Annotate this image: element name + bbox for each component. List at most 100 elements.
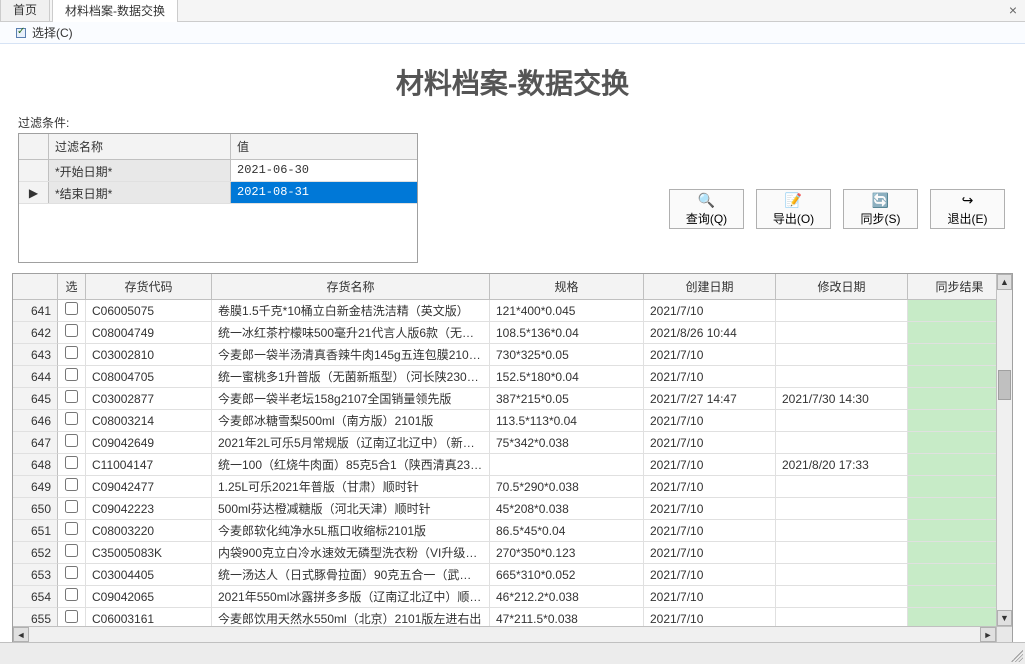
horizontal-scrollbar[interactable]: ◄ ►	[13, 626, 996, 642]
code-cell[interactable]: C03004405	[86, 564, 212, 586]
row-checkbox-cell[interactable]	[58, 454, 86, 476]
row-checkbox[interactable]	[65, 346, 78, 359]
row-checkbox-cell[interactable]	[58, 388, 86, 410]
col-header-code[interactable]: 存货代码	[86, 274, 212, 300]
row-checkbox[interactable]	[65, 478, 78, 491]
table-row[interactable]: 654C090420652021年550ml冰露拼多多版（辽南辽北辽中）顺时针4…	[13, 586, 1012, 608]
row-checkbox[interactable]	[65, 500, 78, 513]
filter-name-cell[interactable]: *结束日期*	[49, 182, 231, 203]
row-checkbox-cell[interactable]	[58, 520, 86, 542]
modify-date-cell[interactable]	[776, 344, 908, 366]
code-cell[interactable]: C09042477	[86, 476, 212, 498]
name-cell[interactable]: 2021年550ml冰露拼多多版（辽南辽北辽中）顺时针	[212, 586, 490, 608]
table-row[interactable]: 641C06005075卷膜1.5千克*10桶立白新金桔洗洁精（英文版）121*…	[13, 300, 1012, 322]
col-header-sel[interactable]: 选	[58, 274, 86, 300]
modify-date-cell[interactable]	[776, 366, 908, 388]
row-checkbox-cell[interactable]	[58, 476, 86, 498]
exit-button[interactable]: ↪ 退出(E)	[930, 189, 1005, 229]
col-header-name[interactable]: 存货名称	[212, 274, 490, 300]
spec-cell[interactable]: 75*342*0.038	[490, 432, 644, 454]
code-cell[interactable]: C09042649	[86, 432, 212, 454]
create-date-cell[interactable]: 2021/7/10	[644, 586, 776, 608]
filter-value-cell[interactable]: 2021-08-31	[231, 182, 417, 203]
row-checkbox[interactable]	[65, 456, 78, 469]
export-button[interactable]: 📝 导出(O)	[756, 189, 831, 229]
row-checkbox[interactable]	[65, 566, 78, 579]
create-date-cell[interactable]: 2021/7/10	[644, 410, 776, 432]
modify-date-cell[interactable]	[776, 476, 908, 498]
name-cell[interactable]: 统一蜜桃多1升普版（无菌新瓶型）（河长陕2309…	[212, 366, 490, 388]
col-header-cdate[interactable]: 创建日期	[644, 274, 776, 300]
col-header-spec[interactable]: 规格	[490, 274, 644, 300]
row-checkbox-cell[interactable]	[58, 586, 86, 608]
table-row[interactable]: 643C03002810今麦郎一袋半汤清真香辣牛肉145g五连包膜2101版73…	[13, 344, 1012, 366]
code-cell[interactable]: C03002810	[86, 344, 212, 366]
name-cell[interactable]: 统一冰红茶柠檬味500毫升21代言人版6款（无菌…	[212, 322, 490, 344]
name-cell[interactable]: 卷膜1.5千克*10桶立白新金桔洗洁精（英文版）	[212, 300, 490, 322]
modify-date-cell[interactable]	[776, 432, 908, 454]
filter-header-name[interactable]: 过滤名称	[49, 134, 231, 159]
row-checkbox-cell[interactable]	[58, 542, 86, 564]
scroll-thumb[interactable]	[998, 370, 1011, 400]
spec-cell[interactable]: 86.5*45*0.04	[490, 520, 644, 542]
tab-首页[interactable]: 首页	[0, 0, 50, 21]
name-cell[interactable]: 1.25L可乐2021年普版（甘肃）顺时针	[212, 476, 490, 498]
modify-date-cell[interactable]	[776, 586, 908, 608]
row-checkbox-cell[interactable]	[58, 410, 86, 432]
code-cell[interactable]: C35005083K	[86, 542, 212, 564]
table-row[interactable]: 647C090426492021年2L可乐5月常规版（辽南辽北辽中）（新视…75…	[13, 432, 1012, 454]
row-checkbox[interactable]	[65, 434, 78, 447]
close-icon[interactable]: ×	[1009, 2, 1017, 18]
create-date-cell[interactable]: 2021/7/10	[644, 542, 776, 564]
spec-cell[interactable]: 730*325*0.05	[490, 344, 644, 366]
create-date-cell[interactable]: 2021/7/10	[644, 344, 776, 366]
spec-cell[interactable]: 113.5*113*0.04	[490, 410, 644, 432]
table-row[interactable]: 644C08004705统一蜜桃多1升普版（无菌新瓶型）（河长陕2309…152…	[13, 366, 1012, 388]
name-cell[interactable]: 统一100（红烧牛肉面）85克5合1（陕西清真2306…	[212, 454, 490, 476]
row-checkbox[interactable]	[65, 324, 78, 337]
create-date-cell[interactable]: 2021/8/26 10:44	[644, 322, 776, 344]
col-header-mdate[interactable]: 修改日期	[776, 274, 908, 300]
row-checkbox[interactable]	[65, 302, 78, 315]
code-cell[interactable]: C08004749	[86, 322, 212, 344]
modify-date-cell[interactable]	[776, 564, 908, 586]
create-date-cell[interactable]: 2021/7/10	[644, 520, 776, 542]
name-cell[interactable]: 内袋900克立白冷水速效无磷型洗衣粉（VI升级）…	[212, 542, 490, 564]
sync-button[interactable]: 🔄 同步(S)	[843, 189, 918, 229]
spec-cell[interactable]: 387*215*0.05	[490, 388, 644, 410]
table-row[interactable]: 649C090424771.25L可乐2021年普版（甘肃）顺时针70.5*29…	[13, 476, 1012, 498]
code-cell[interactable]: C09042065	[86, 586, 212, 608]
spec-cell[interactable]: 270*350*0.123	[490, 542, 644, 564]
code-cell[interactable]: C08003220	[86, 520, 212, 542]
code-cell[interactable]: C09042223	[86, 498, 212, 520]
table-row[interactable]: 650C09042223500ml芬达橙减糖版（河北天津）顺时针45*208*0…	[13, 498, 1012, 520]
row-checkbox-cell[interactable]	[58, 300, 86, 322]
code-cell[interactable]: C03002877	[86, 388, 212, 410]
filter-name-cell[interactable]: *开始日期*	[49, 160, 231, 181]
filter-header-value[interactable]: 值	[231, 134, 417, 159]
spec-cell[interactable]	[490, 454, 644, 476]
name-cell[interactable]: 今麦郎软化纯净水5L瓶口收缩标2101版	[212, 520, 490, 542]
modify-date-cell[interactable]	[776, 410, 908, 432]
row-checkbox[interactable]	[65, 522, 78, 535]
create-date-cell[interactable]: 2021/7/10	[644, 498, 776, 520]
query-button[interactable]: 🔍 查询(Q)	[669, 189, 744, 229]
row-checkbox-cell[interactable]	[58, 366, 86, 388]
table-row[interactable]: 648C11004147统一100（红烧牛肉面）85克5合1（陕西清真2306……	[13, 454, 1012, 476]
create-date-cell[interactable]: 2021/7/27 14:47	[644, 388, 776, 410]
modify-date-cell[interactable]	[776, 520, 908, 542]
row-checkbox-cell[interactable]	[58, 564, 86, 586]
spec-cell[interactable]: 121*400*0.045	[490, 300, 644, 322]
create-date-cell[interactable]: 2021/7/10	[644, 432, 776, 454]
modify-date-cell[interactable]	[776, 322, 908, 344]
scroll-right-button[interactable]: ►	[980, 627, 996, 642]
tab-材料档案-数据交换[interactable]: 材料档案-数据交换	[52, 0, 178, 22]
create-date-cell[interactable]: 2021/7/10	[644, 300, 776, 322]
code-cell[interactable]: C08004705	[86, 366, 212, 388]
row-checkbox-cell[interactable]	[58, 498, 86, 520]
name-cell[interactable]: 今麦郎冰糖雪梨500ml（南方版）2101版	[212, 410, 490, 432]
code-cell[interactable]: C11004147	[86, 454, 212, 476]
row-checkbox-cell[interactable]	[58, 344, 86, 366]
row-checkbox[interactable]	[65, 390, 78, 403]
spec-cell[interactable]: 46*212.2*0.038	[490, 586, 644, 608]
